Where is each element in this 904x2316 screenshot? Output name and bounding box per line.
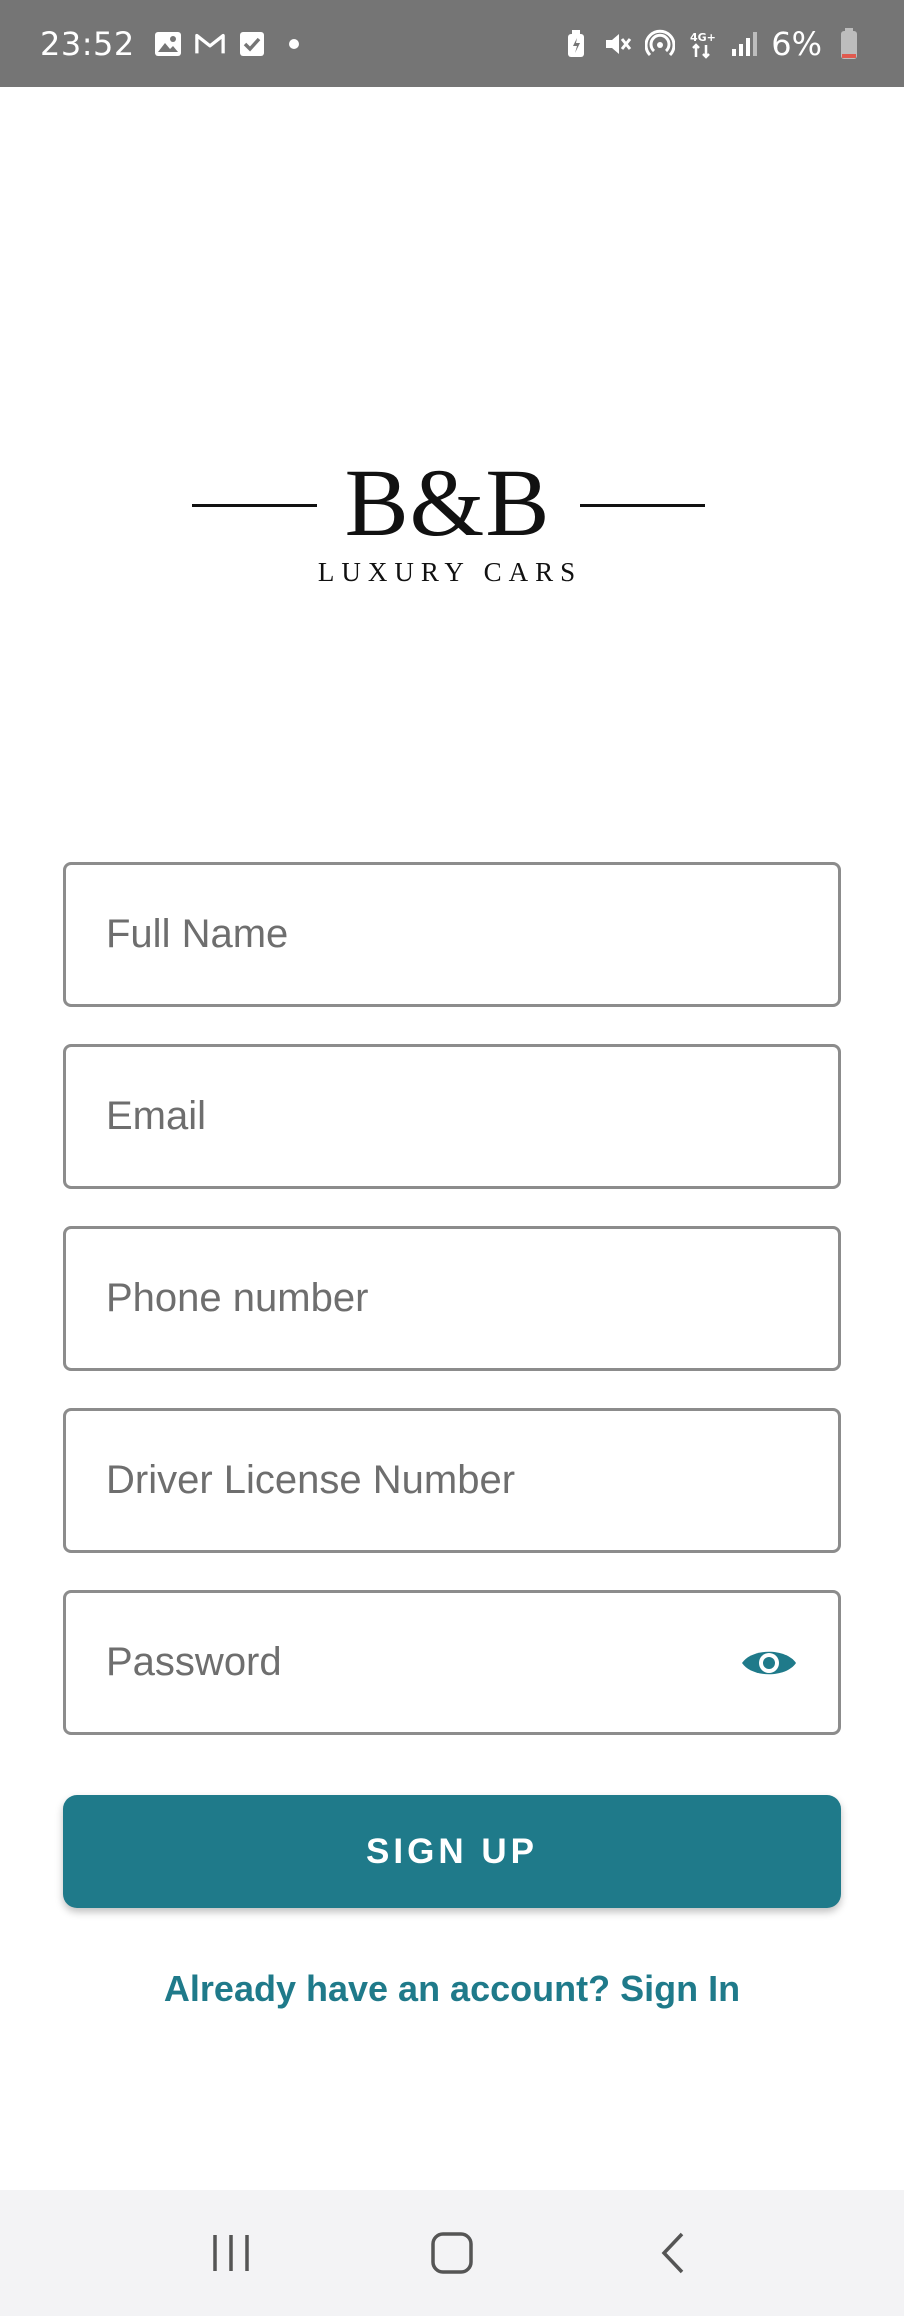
- phone-field[interactable]: [63, 1226, 841, 1371]
- status-time: 23:52: [40, 24, 135, 63]
- logo-line-right: [580, 504, 705, 507]
- brand-logo: B&B LUXURY CARS: [190, 455, 710, 590]
- license-field[interactable]: [63, 1408, 841, 1553]
- gallery-icon: [153, 29, 183, 59]
- email-field[interactable]: [63, 1044, 841, 1189]
- back-icon[interactable]: [628, 2208, 718, 2298]
- home-icon[interactable]: [407, 2208, 497, 2298]
- gmail-icon: [194, 29, 225, 59]
- status-system-icons: 4G+ 6%: [561, 25, 864, 63]
- battery-percent: 6%: [771, 24, 822, 63]
- password-field[interactable]: [63, 1590, 841, 1735]
- svg-text:4G+: 4G+: [690, 31, 716, 44]
- hotspot-icon: [645, 29, 676, 59]
- logo-subtitle: LUXURY CARS: [317, 557, 583, 587]
- password-input[interactable]: [106, 1640, 730, 1685]
- logo-title: B&B: [344, 449, 551, 556]
- phone-input[interactable]: [106, 1276, 798, 1321]
- status-bar: 23:52 4G+ 6%: [0, 0, 904, 87]
- 4g-icon: 4G+: [687, 29, 717, 59]
- sign-in-link[interactable]: Already have an account? Sign In: [0, 1968, 904, 2010]
- battery-saver-icon: [561, 29, 591, 59]
- license-input[interactable]: [106, 1458, 798, 1503]
- sign-up-button[interactable]: SIGN UP: [63, 1795, 841, 1908]
- dot-icon: [279, 29, 309, 59]
- status-notification-icons: [153, 29, 309, 59]
- battery-icon: [834, 27, 864, 59]
- checkbox-icon: [237, 29, 267, 59]
- mute-icon: [603, 29, 633, 59]
- system-nav-bar: [0, 2190, 904, 2316]
- show-password-eye-icon[interactable]: [740, 1633, 798, 1693]
- recent-apps-icon[interactable]: [186, 2208, 276, 2298]
- signal-icon: [729, 29, 759, 59]
- full-name-input[interactable]: [106, 912, 798, 957]
- logo-line-left: [192, 504, 317, 507]
- full-name-field[interactable]: [63, 862, 841, 1007]
- email-input[interactable]: [106, 1094, 798, 1139]
